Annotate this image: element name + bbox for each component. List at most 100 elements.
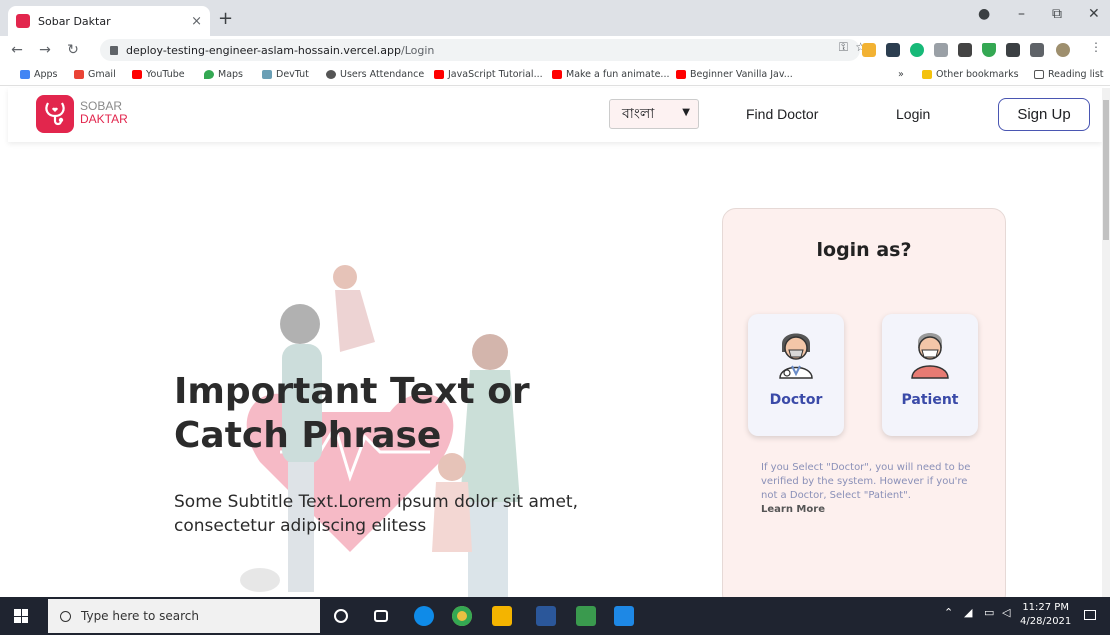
login-as-card: login as? Doctor Patient If you Select "… bbox=[722, 208, 1006, 608]
bookmark-apps[interactable]: Apps bbox=[20, 69, 58, 80]
tab-title: Sobar Daktar bbox=[38, 14, 111, 28]
page-scrollbar[interactable] bbox=[1102, 88, 1110, 597]
battery-icon[interactable]: ▭ bbox=[984, 606, 994, 619]
browser-tab[interactable]: Sobar Daktar × bbox=[8, 6, 210, 36]
folder-icon bbox=[922, 70, 932, 79]
scrollbar-thumb[interactable] bbox=[1103, 100, 1109, 240]
youtube-icon bbox=[132, 70, 142, 79]
bookmarks-overflow-icon[interactable]: » bbox=[898, 69, 904, 80]
nav-login[interactable]: Login bbox=[896, 106, 930, 122]
reading-queue-icon[interactable] bbox=[1030, 43, 1044, 57]
bookmark-maps[interactable]: Maps bbox=[204, 69, 243, 80]
word-icon[interactable] bbox=[536, 606, 556, 626]
forward-icon[interactable]: → bbox=[34, 42, 56, 58]
bookmark-other[interactable]: Other bookmarks bbox=[922, 69, 1019, 80]
youtube-icon bbox=[434, 70, 444, 79]
site-favicon-icon bbox=[16, 14, 30, 28]
bookmarks-bar: Apps Gmail YouTube Maps DevTut Users Att… bbox=[0, 64, 1110, 86]
profile-icon[interactable]: ● bbox=[978, 6, 990, 22]
logo-line-2: DAKTAR bbox=[80, 112, 128, 126]
nav-find-doctor[interactable]: Find Doctor bbox=[746, 106, 818, 122]
camera-extension-icon[interactable] bbox=[934, 43, 948, 57]
bookmark-js-tutorial[interactable]: JavaScript Tutorial... bbox=[434, 69, 543, 80]
bookmark-devtut[interactable]: DevTut bbox=[262, 69, 309, 80]
bookmark-gmail[interactable]: Gmail bbox=[74, 69, 116, 80]
signup-button[interactable]: Sign Up bbox=[998, 98, 1090, 131]
chevron-down-icon: ▼ bbox=[682, 107, 690, 118]
logo-text[interactable]: SOBAR DAKTAR bbox=[80, 100, 128, 126]
url-host: deploy-testing-engineer-aslam-hossain.ve… bbox=[126, 43, 401, 57]
new-tab-icon[interactable]: + bbox=[218, 8, 233, 29]
address-bar[interactable]: deploy-testing-engineer-aslam-hossain.ve… bbox=[100, 39, 860, 61]
volume-icon[interactable]: ◁ bbox=[1002, 606, 1010, 619]
key-icon[interactable]: ⚿ bbox=[839, 40, 848, 55]
bookmark-youtube[interactable]: YouTube bbox=[132, 69, 185, 80]
extension-icon[interactable] bbox=[886, 43, 900, 57]
browser-tab-strip: Sobar Daktar × + ● – ⧉ ✕ bbox=[0, 0, 1110, 36]
globe-icon bbox=[326, 70, 336, 79]
profile-avatar-icon[interactable] bbox=[1056, 43, 1070, 57]
learn-more-link[interactable]: Learn More bbox=[761, 504, 825, 515]
apps-grid-icon bbox=[20, 70, 30, 79]
patient-label: Patient bbox=[901, 392, 959, 408]
patient-avatar-icon bbox=[911, 333, 949, 379]
notifications-icon[interactable] bbox=[1084, 610, 1096, 620]
hero-title: Important Text or Catch Phrase bbox=[174, 370, 530, 458]
youtube-icon bbox=[552, 70, 562, 79]
window-close-icon[interactable]: ✕ bbox=[1088, 6, 1100, 22]
search-icon bbox=[60, 610, 71, 622]
back-icon[interactable]: ← bbox=[6, 42, 28, 58]
extension-icon[interactable] bbox=[862, 43, 876, 57]
lock-icon bbox=[110, 45, 118, 55]
bookmark-users-attendance[interactable]: Users Attendance bbox=[326, 69, 424, 80]
doctor-avatar-icon bbox=[779, 333, 813, 379]
file-explorer-icon[interactable] bbox=[492, 606, 512, 626]
windows-taskbar: Type here to search ⌃ ◢ ▭ ◁ 11:27 PM 4/2… bbox=[0, 597, 1110, 635]
tray-overflow-icon[interactable]: ⌃ bbox=[944, 606, 953, 619]
taskbar-search-input[interactable]: Type here to search bbox=[48, 599, 320, 633]
language-value: বাংলা bbox=[622, 106, 655, 122]
reload-icon[interactable]: ↻ bbox=[62, 42, 84, 58]
network-icon[interactable]: ◢ bbox=[964, 606, 972, 619]
app-icon[interactable] bbox=[576, 606, 596, 626]
logo-stethoscope-icon[interactable] bbox=[36, 95, 74, 133]
note-text: If you Select "Doctor", you will need to… bbox=[761, 462, 971, 501]
windows-start-icon[interactable] bbox=[14, 609, 28, 623]
menu-dots-icon[interactable]: ⋮ bbox=[1090, 40, 1102, 54]
edge-icon[interactable] bbox=[414, 606, 434, 626]
clock-date: 4/28/2021 bbox=[1020, 616, 1072, 627]
chrome-icon[interactable] bbox=[452, 606, 472, 626]
doctor-option-button[interactable]: Doctor bbox=[748, 314, 844, 436]
maps-pin-icon bbox=[204, 70, 214, 79]
hero-title-line-1: Important Text or bbox=[174, 371, 530, 412]
url-path: /Login bbox=[401, 43, 435, 57]
gmail-icon bbox=[74, 70, 84, 79]
stethoscope-icon bbox=[45, 102, 65, 126]
puzzle-icon[interactable] bbox=[1006, 43, 1020, 57]
login-as-heading: login as? bbox=[816, 239, 912, 261]
extension-icon[interactable] bbox=[958, 43, 972, 57]
reading-list[interactable]: Reading list bbox=[1034, 69, 1104, 80]
doctor-label: Doctor bbox=[769, 392, 823, 408]
cortana-icon[interactable] bbox=[334, 609, 348, 623]
task-view-icon[interactable] bbox=[374, 610, 388, 622]
devtut-icon bbox=[262, 70, 272, 79]
restore-icon[interactable]: ⧉ bbox=[1052, 6, 1062, 22]
shield-extension-icon[interactable] bbox=[982, 43, 996, 57]
hero-subtitle: Some Subtitle Text.Lorem ipsum dolor sit… bbox=[174, 492, 578, 536]
taskbar-clock[interactable]: 11:27 PM 4/28/2021 bbox=[1020, 601, 1071, 629]
language-select[interactable]: বাংলা ▼ bbox=[609, 99, 699, 129]
vscode-icon[interactable] bbox=[614, 606, 634, 626]
tab-close-icon[interactable]: × bbox=[191, 14, 202, 29]
bookmark-vanilla-js[interactable]: Beginner Vanilla Jav... bbox=[676, 69, 793, 80]
clock-time: 11:27 PM bbox=[1022, 602, 1069, 613]
taskbar-search-placeholder: Type here to search bbox=[81, 609, 199, 623]
extension-icon[interactable] bbox=[910, 43, 924, 57]
minimize-icon[interactable]: – bbox=[1018, 6, 1025, 22]
bookmark-fun-animate[interactable]: Make a fun animate... bbox=[552, 69, 669, 80]
hero-title-line-2: Catch Phrase bbox=[174, 415, 442, 456]
reading-list-icon bbox=[1034, 70, 1044, 79]
browser-toolbar: ← → ↻ deploy-testing-engineer-aslam-hoss… bbox=[0, 36, 1110, 64]
site-header: SOBAR DAKTAR বাংলা ▼ Find Doctor Login S… bbox=[8, 88, 1102, 142]
patient-option-button[interactable]: Patient bbox=[882, 314, 978, 436]
